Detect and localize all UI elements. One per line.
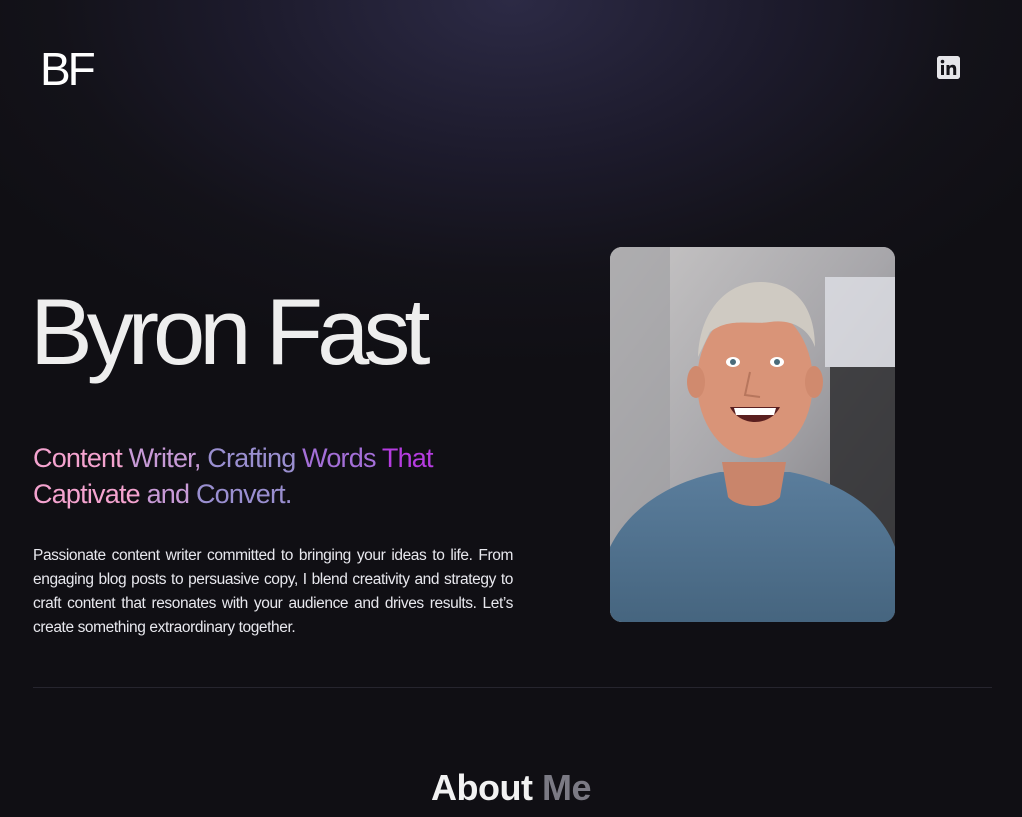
about-title-part2: Me bbox=[541, 767, 592, 808]
linkedin-icon[interactable] bbox=[937, 56, 960, 79]
tagline-word: and bbox=[146, 479, 190, 509]
tagline-word: Writer, bbox=[128, 443, 202, 473]
tagline-word: That bbox=[381, 443, 434, 473]
tagline-word: Crafting bbox=[207, 443, 296, 473]
portrait-illustration bbox=[610, 247, 895, 622]
section-divider bbox=[33, 687, 992, 688]
linkedin-glyph bbox=[937, 56, 960, 79]
about-section-title: About Me bbox=[0, 766, 1022, 810]
tagline-word: Captivate bbox=[33, 479, 141, 509]
hero-name: Byron Fast bbox=[30, 279, 430, 384]
site-logo[interactable]: BF bbox=[40, 44, 96, 94]
hero-intro: Passionate content writer committed to b… bbox=[33, 547, 513, 636]
tagline-word: Content bbox=[33, 443, 123, 473]
portrait-image bbox=[610, 247, 895, 622]
about-title-part1: About bbox=[431, 767, 533, 808]
hero-tagline: Content Writer, Crafting Words That Capt… bbox=[33, 440, 503, 512]
tagline-word: Words bbox=[302, 443, 376, 473]
tagline-word: Convert. bbox=[195, 479, 292, 509]
